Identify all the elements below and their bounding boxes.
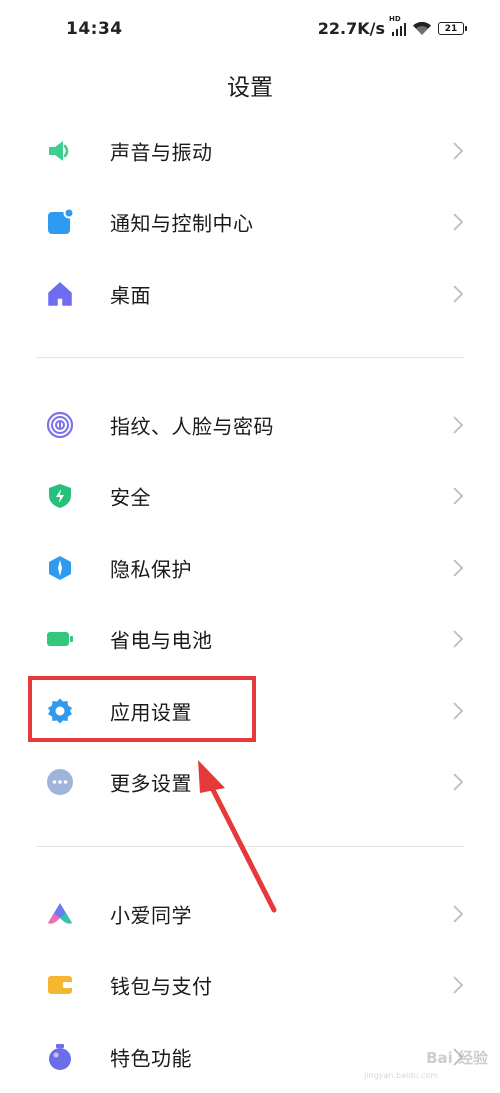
feature-icon [49,1043,71,1070]
notification-icon [48,208,74,235]
section-divider [36,846,464,847]
xiaoai-icon [48,902,72,924]
settings-item-label: 指纹、人脸与密码 [110,414,274,439]
cellular-signal-icon: HD [389,15,406,36]
status-indicators: 22.7K/s HD 21 [317,15,467,38]
settings-item-security[interactable]: 安全 [0,461,500,533]
battery-indicator: 21 [438,22,467,35]
settings-item-label: 桌面 [110,283,151,308]
page-title: 设置 [227,75,273,101]
chevron-right-icon [453,905,464,923]
settings-item-fingerprint[interactable]: 指纹、人脸与密码 [0,389,500,461]
chevron-right-icon [453,976,464,994]
battery-icon [47,632,73,647]
settings-item-label: 声音与振动 [110,140,213,165]
settings-item-label: 小爱同学 [110,903,192,928]
settings-item-more[interactable]: 更多设置 [0,747,500,819]
settings-item-label: 安全 [110,485,151,510]
settings-item-label: 通知与控制中心 [110,211,254,236]
watermark: Bai 经验 [426,1049,488,1067]
status-bar: 14:34 22.7K/s HD 21 [0,0,500,60]
shield-icon [49,484,71,509]
settings-item-label: 特色功能 [110,1046,192,1071]
chevron-right-icon [453,559,464,577]
settings-item-features[interactable]: 特色功能 [0,1021,500,1093]
hd-badge: HD [389,14,401,23]
settings-item-desktop[interactable]: 桌面 [0,258,500,330]
wallet-icon [48,976,72,995]
privacy-icon [49,555,71,580]
settings-item-label: 更多设置 [110,771,192,796]
chevron-right-icon [453,630,464,648]
chevron-right-icon [453,773,464,791]
chevron-right-icon [453,142,464,160]
chevron-right-icon [453,416,464,434]
more-icon [47,769,73,796]
settings-item-label: 省电与电池 [110,628,213,653]
chevron-right-icon [453,702,464,720]
speaker-icon [49,140,69,161]
fingerprint-icon [46,411,74,438]
settings-item-sound[interactable]: 声音与振动 [0,115,500,187]
watermark-url: jingyan.baidu.com [364,1071,438,1080]
chevron-right-icon [453,213,464,231]
clock: 14:34 [66,19,123,39]
chevron-right-icon [453,285,464,303]
network-speed: 22.7K/s [317,19,385,38]
settings-item-label: 钱包与支付 [110,974,213,999]
settings-item-privacy[interactable]: 隐私保护 [0,532,500,604]
home-icon [48,282,72,306]
settings-item-xiaoai[interactable]: 小爱同学 [0,878,500,950]
settings-item-notifications[interactable]: 通知与控制中心 [0,187,500,259]
settings-group-1: 声音与振动 通知与控制中心 桌面 [0,115,500,330]
settings-item-label: 隐私保护 [110,557,192,582]
highlight-box [28,676,256,742]
settings-item-battery[interactable]: 省电与电池 [0,604,500,676]
section-divider [36,357,464,358]
wifi-icon [413,21,431,35]
settings-group-3: 小爱同学 钱包与支付 特色功能 [0,878,500,1093]
chevron-right-icon [453,487,464,505]
settings-group-2: 指纹、人脸与密码 安全 隐私保护 省电与电池 应用设置 更多设置 [0,389,500,818]
settings-item-wallet[interactable]: 钱包与支付 [0,950,500,1022]
